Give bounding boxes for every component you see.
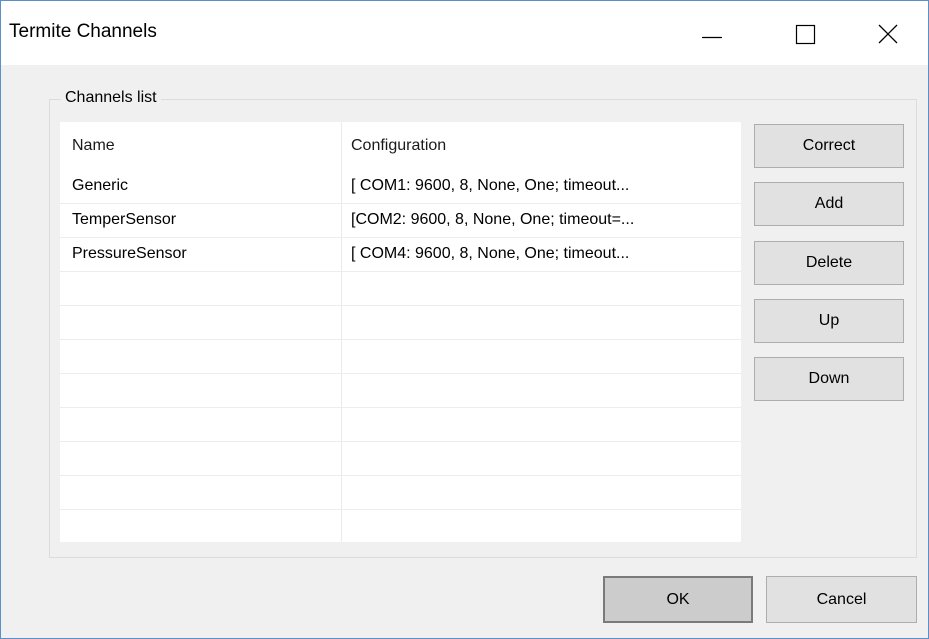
row-configuration: [ COM1: 9600, 8, None, One; timeout...	[351, 177, 630, 194]
table-row[interactable]: Generic [ COM1: 9600, 8, None, One; time…	[60, 170, 741, 204]
close-button[interactable]	[850, 1, 929, 65]
minimize-icon	[702, 36, 722, 39]
row-name: Generic	[72, 177, 129, 194]
row-configuration: [ COM4: 9600, 8, None, One; timeout...	[351, 245, 630, 262]
ok-button[interactable]: OK	[603, 576, 753, 623]
delete-button[interactable]: Delete	[754, 241, 904, 285]
table-row[interactable]	[60, 306, 741, 340]
minimize-button[interactable]	[666, 1, 758, 65]
table-row[interactable]	[60, 510, 741, 542]
table-row[interactable]	[60, 272, 741, 306]
row-name: TemperSensor	[72, 211, 177, 228]
table-row[interactable]	[60, 374, 741, 408]
table-row[interactable]: TemperSensor [COM2: 9600, 8, None, One; …	[60, 204, 741, 238]
up-button[interactable]: Up	[754, 299, 904, 343]
dialog-window: Termite Channels Channels list Name Conf…	[0, 0, 929, 639]
row-name: PressureSensor	[72, 245, 187, 262]
table-row[interactable]	[60, 442, 741, 476]
maximize-icon	[795, 24, 816, 45]
down-button[interactable]: Down	[754, 357, 904, 401]
table-row[interactable]	[60, 476, 741, 510]
column-header-name[interactable]: Name	[72, 137, 115, 155]
table-row[interactable]: PressureSensor [ COM4: 9600, 8, None, On…	[60, 238, 741, 272]
close-icon	[878, 24, 898, 44]
correct-button[interactable]: Correct	[754, 124, 904, 168]
table-row[interactable]	[60, 408, 741, 442]
row-configuration: [COM2: 9600, 8, None, One; timeout=...	[351, 211, 635, 228]
cancel-button[interactable]: Cancel	[766, 576, 917, 623]
window-title: Termite Channels	[9, 21, 157, 42]
maximize-button[interactable]	[758, 1, 850, 65]
channels-list[interactable]: Name Configuration Generic [ COM1: 9600,…	[60, 122, 741, 542]
list-header: Name Configuration	[60, 122, 741, 170]
add-button[interactable]: Add	[754, 182, 904, 226]
groupbox-label: Channels list	[61, 89, 161, 107]
table-row[interactable]	[60, 340, 741, 374]
title-bar[interactable]: Termite Channels	[1, 1, 928, 65]
column-header-configuration[interactable]: Configuration	[351, 137, 446, 155]
